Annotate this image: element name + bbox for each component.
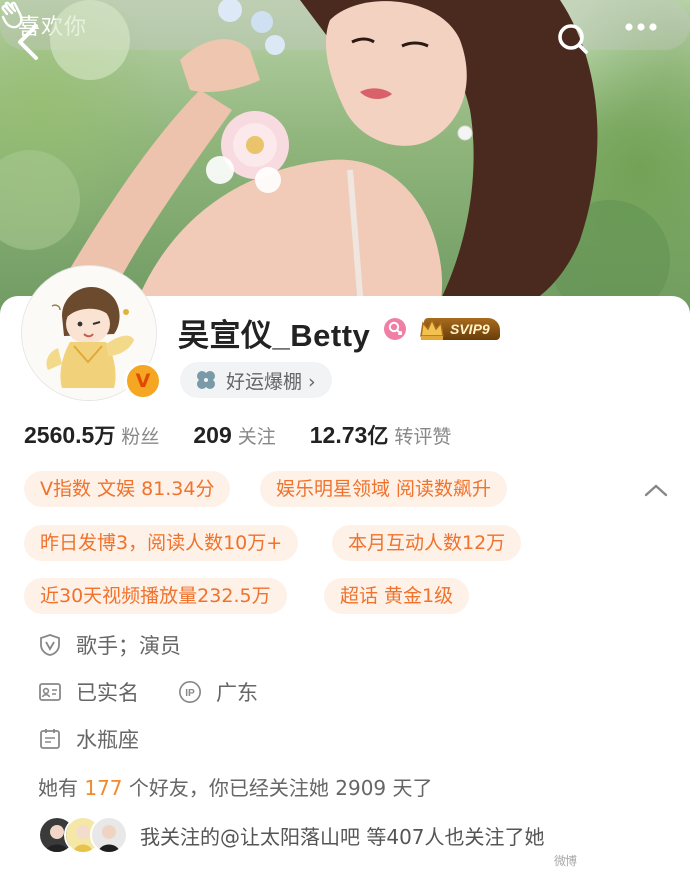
- shield-v-icon: [40, 634, 60, 656]
- info-occupation: 歌手；演员: [38, 630, 181, 660]
- stat-value: 2560.5: [24, 422, 95, 448]
- chevron-up-icon[interactable]: [640, 478, 672, 502]
- tag-super-topic[interactable]: 超话 黄金1级: [324, 578, 470, 614]
- more-button[interactable]: [624, 22, 670, 68]
- friends-prefix: 她有: [38, 776, 85, 800]
- verified-badge[interactable]: V: [124, 362, 162, 400]
- mutual-followers-text: 我关注的@让太阳落山吧 等407人也关注了她: [140, 824, 545, 849]
- mutual-followers[interactable]: 我关注的@让太阳落山吧 等407人也关注了她: [38, 816, 545, 854]
- id-card-icon: [39, 683, 61, 701]
- stat-unit: 万: [94, 424, 116, 448]
- tag-video-plays[interactable]: 近30天视频播放量232.5万: [24, 578, 287, 614]
- friends-suffix: 个好友，你已经关注她 2909 天了: [122, 776, 433, 800]
- real-name-text: 已实名: [76, 681, 139, 705]
- stat-unit: 亿: [367, 424, 389, 448]
- stat-value: 209: [193, 422, 232, 448]
- search-icon: [558, 24, 588, 54]
- luck-label: 好运爆棚 ›: [226, 370, 316, 393]
- ip-icon: IP: [179, 681, 201, 703]
- svg-text:IP: IP: [185, 688, 195, 699]
- occupation-text: 歌手；演员: [76, 634, 181, 658]
- info-ip-location: IP 广东: [178, 677, 258, 707]
- clap-hands-icon: [1, 1, 23, 29]
- stat-label: 粉丝: [121, 426, 160, 448]
- profile-name: 吴宣仪_Betty: [178, 318, 371, 353]
- crown-icon: [420, 318, 444, 340]
- stat-value: 12.73: [309, 422, 368, 448]
- clover-icon: [197, 371, 215, 389]
- friends-count[interactable]: 177: [84, 776, 122, 800]
- stat-following[interactable]: 209 关注: [193, 422, 275, 449]
- mutual-avatar: [90, 816, 128, 854]
- info-real-name: 已实名: [38, 677, 139, 707]
- tag-entertainment-reads[interactable]: 娱乐明星领域 阅读数飙升: [260, 471, 508, 507]
- more-dots-icon: [625, 23, 657, 31]
- tag-v-index[interactable]: V指数 文娱 81.34分: [24, 471, 231, 507]
- friends-summary: 她有 177 个好友，你已经关注她 2909 天了: [38, 772, 433, 801]
- luck-status-pill[interactable]: 好运爆棚 ›: [180, 362, 332, 398]
- stat-label: 关注: [237, 426, 276, 448]
- svip-badge[interactable]: SVIP9: [418, 316, 500, 342]
- stat-label: 转评赞: [394, 426, 452, 448]
- watermark: 微博: [554, 854, 577, 868]
- ip-location-text: 广东: [216, 681, 258, 705]
- female-icon: [384, 318, 406, 340]
- tag-monthly-interactions[interactable]: 本月互动人数12万: [332, 525, 522, 561]
- search-button[interactable]: [556, 22, 602, 68]
- stat-interactions[interactable]: 12.73 亿 转评赞: [310, 420, 452, 450]
- stat-followers[interactable]: 2560.5 万 粉丝: [24, 420, 159, 450]
- tag-yesterday-posts[interactable]: 昨日发博3，阅读人数10万+: [24, 525, 299, 561]
- calendar-icon: [40, 729, 60, 749]
- info-zodiac: 水瓶座: [38, 724, 139, 754]
- stats-row: 2560.5 万 粉丝 209 关注 12.73 亿 转评赞: [24, 420, 485, 450]
- zodiac-text: 水瓶座: [76, 728, 139, 752]
